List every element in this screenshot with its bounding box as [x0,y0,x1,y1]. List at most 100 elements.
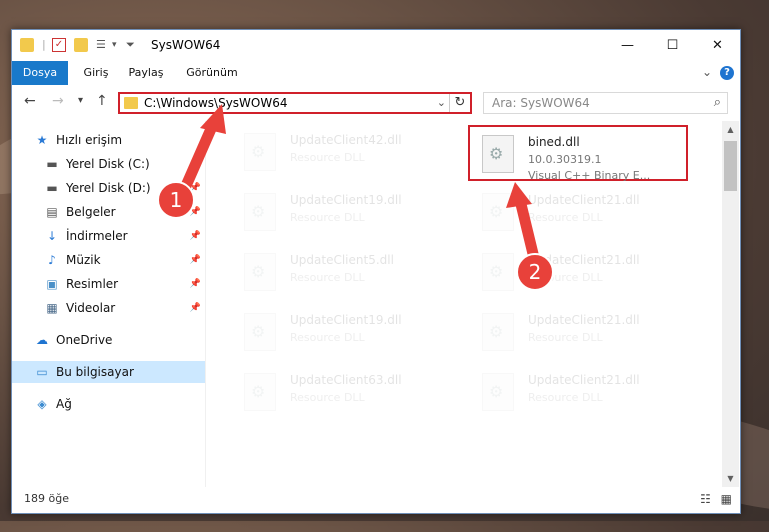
dll-file-icon [482,373,514,411]
file-name: UpdateClient21.dll [528,193,640,207]
dll-file-icon [482,253,514,291]
star-icon: ★ [36,133,48,147]
pin-icon[interactable]: 📌 [190,159,201,169]
tab-view[interactable]: Görünüm [180,61,244,85]
expand-ribbon-icon[interactable]: ⌄ [702,65,712,79]
pin-icon[interactable]: 📌 [190,255,201,265]
file-tile[interactable]: UpdateClient42.dll Resource DLL [232,125,452,181]
sidebar-item[interactable]: ▬ Yerel Disk (D:) 📌 [12,177,205,199]
rename-icon[interactable]: ☰ [96,38,110,52]
file-name: UpdateClient19.dll [290,313,402,327]
pin-icon[interactable]: 📌 [190,279,201,289]
file-type: Resource DLL [290,271,365,284]
network-icon: ◈ [37,397,47,411]
explorer-window: | ✓ ☰ ▾ ⏷ SysWOW64 — ☐ ✕ Dosya Giriş Pay… [11,29,741,514]
sidebar-item[interactable]: ▣ Resimler 📌 [12,273,205,295]
maximize-button[interactable]: ☐ [650,30,695,61]
sidebar-item[interactable]: ▦ Videolar 📌 [12,297,205,319]
cloud-icon: ☁ [36,333,48,347]
file-tile[interactable]: UpdateClient63.dll Resource DLL [232,365,452,421]
sidebar-item-label: İndirmeler [66,229,128,243]
navigation-pane: ★ Hızlı erişim ▬ Yerel Disk (C:) 📌 ▬ Yerel Dis… [12,121,205,487]
tab-home[interactable]: Giriş [76,61,116,85]
details-view-icon[interactable]: ☷ [700,492,711,506]
dll-file-icon [244,193,276,231]
sidebar-item-label: Yerel Disk (D:) [66,181,151,195]
pin-icon[interactable]: 📌 [190,231,201,241]
sidebar-item[interactable]: ★ Hızlı erişim [12,129,205,151]
pin-icon[interactable]: 📌 [190,183,201,193]
sidebar-item[interactable]: ◈ Ağ [12,393,205,415]
search-icon[interactable]: ⌕ [714,95,721,110]
music-icon: ♪ [48,253,56,267]
sidebar-item[interactable]: ↓ İndirmeler 📌 [12,225,205,247]
scrollbar-thumb[interactable] [724,141,737,191]
file-list: UpdateClient42.dllResource DLL UpdateClie… [220,121,720,487]
drive-icon: ▬ [46,157,58,171]
file-tile[interactable]: bined.dll 10.0.30319.1 Visual C++ Binary E… [468,125,688,182]
refresh-icon[interactable]: ↻ [449,94,470,112]
scroll-down-icon[interactable]: ▼ [722,470,739,487]
sidebar-item-label: Resimler [66,277,119,291]
tab-file[interactable]: Dosya [12,61,68,85]
chevron-down-icon[interactable]: ⌄ [437,96,446,109]
tiles-view-icon[interactable]: ▦ [721,492,732,506]
file-type: Resource DLL [290,391,365,404]
file-tile[interactable]: UpdateClient21.dll Resource DLL [470,245,690,301]
scroll-up-icon[interactable]: ▲ [722,121,739,138]
recent-locations-button[interactable]: ▾ [78,95,83,106]
pin-icon[interactable]: 📌 [190,303,201,313]
file-tile[interactable]: UpdateClient21.dll Resource DLL [470,365,690,421]
file-type: Resource DLL [528,331,603,344]
view-buttons: ☷ ▦ [700,492,732,506]
vertical-scrollbar[interactable]: ▲ ▼ [722,121,739,487]
pane-divider[interactable] [205,121,206,487]
customize-dropdown-icon[interactable]: ▾ [112,38,126,52]
sidebar-item[interactable]: ☁ OneDrive [12,329,205,351]
sidebar-item-label: Müzik [66,253,101,267]
search-input[interactable]: Ara: SysWOW64 ⌕ [483,92,728,114]
up-button[interactable]: ↑ [96,93,108,109]
close-button[interactable]: ✕ [695,30,740,61]
file-type: Resource DLL [528,391,603,404]
drive-icon: ▬ [46,181,58,195]
dll-file-icon [482,193,514,231]
forward-button[interactable]: → [52,93,64,109]
title-bar: | ✓ ☰ ▾ ⏷ SysWOW64 — ☐ ✕ [12,30,740,61]
document-icon: ▤ [46,205,58,219]
help-icon[interactable]: ? [720,66,734,80]
file-type: Visual C++ Binary E... [528,169,651,182]
file-tile[interactable]: UpdateClient5.dll Resource DLL [232,245,452,301]
properties-icon[interactable]: ✓ [52,38,66,52]
window-title: SysWOW64 [151,38,221,52]
file-type: Resource DLL [290,331,365,344]
file-name: UpdateClient21.dll [528,313,640,327]
file-type: Resource DLL [290,151,365,164]
sidebar-item[interactable]: ♪ Müzik 📌 [12,249,205,271]
file-tile[interactable]: UpdateClient21.dll Resource DLL [470,185,690,241]
chevron-down-icon[interactable]: ⏷ [126,38,140,52]
new-folder-icon[interactable] [74,38,88,52]
pin-icon[interactable]: 📌 [190,207,201,217]
tab-share[interactable]: Paylaş [122,61,170,85]
ribbon-tabs: Dosya Giriş Paylaş Görünüm ⌄ ? [12,61,740,86]
sidebar-item[interactable]: ▤ Belgeler 📌 [12,201,205,223]
minimize-button[interactable]: — [605,30,650,61]
picture-icon: ▣ [46,277,58,291]
sidebar-item-label: Yerel Disk (C:) [66,157,150,171]
file-version: 10.0.30319.1 [528,153,602,166]
status-bar: 189 öğe ☷ ▦ [12,487,740,513]
file-name: UpdateClient21.dll [528,373,640,387]
item-count: 189 öğe [24,492,69,505]
dll-file-icon [482,313,514,351]
folder-icon [20,38,34,52]
sidebar-item-label: Ağ [56,397,72,411]
sidebar-item[interactable]: ▭ Bu bilgisayar [12,361,205,383]
file-tile[interactable]: UpdateClient19.dll Resource DLL [232,305,452,361]
file-tile[interactable]: UpdateClient19.dll Resource DLL [232,185,452,241]
sidebar-item[interactable]: ▬ Yerel Disk (C:) 📌 [12,153,205,175]
address-path[interactable]: C:\Windows\SysWOW64 [144,96,288,110]
address-bar[interactable]: C:\Windows\SysWOW64 ⌄ ↻ [118,92,472,114]
file-tile[interactable]: UpdateClient21.dll Resource DLL [470,305,690,361]
back-button[interactable]: ← [24,93,36,109]
